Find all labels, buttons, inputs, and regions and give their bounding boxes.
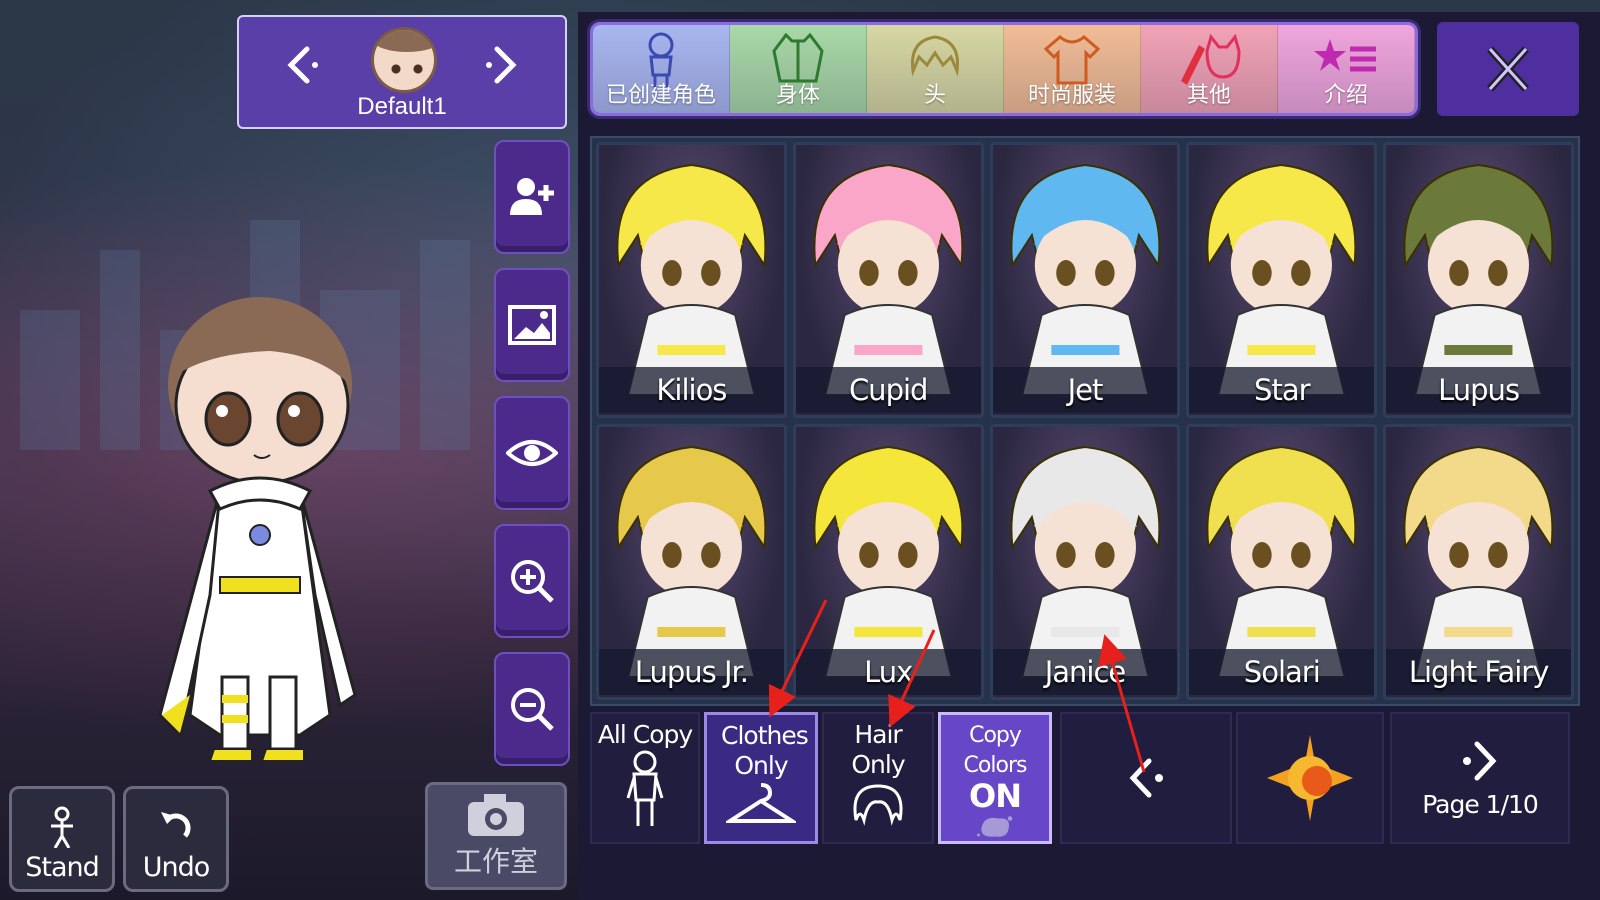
character-preview[interactable] bbox=[150, 295, 370, 775]
paint-splat-icon bbox=[977, 816, 1013, 837]
tab-presets[interactable]: 已创建角色 bbox=[593, 25, 730, 113]
preset-card[interactable]: Kilios bbox=[596, 142, 787, 418]
chevron-left-icon bbox=[1129, 758, 1163, 798]
zoom-in-button[interactable] bbox=[494, 524, 570, 638]
zoom-out-icon bbox=[511, 688, 554, 731]
stand-label: Stand bbox=[25, 852, 100, 883]
tab-fashion[interactable]: 时尚服装 bbox=[1004, 25, 1141, 113]
chevron-right-icon bbox=[486, 46, 517, 84]
hair-only-button[interactable]: Hair Only bbox=[822, 712, 934, 844]
character-name: Default1 bbox=[357, 93, 447, 120]
clothes-only-label: Clothes Only bbox=[721, 721, 809, 780]
hair-style-icon bbox=[853, 784, 903, 826]
add-user-icon bbox=[510, 178, 554, 215]
undo-icon bbox=[161, 812, 191, 838]
preset-card[interactable]: Star bbox=[1186, 142, 1378, 418]
undo-button[interactable]: Undo bbox=[123, 786, 229, 892]
preset-card[interactable]: Janice bbox=[989, 424, 1181, 700]
prev-page-button[interactable] bbox=[1060, 712, 1232, 844]
preset-card[interactable]: Solari bbox=[1186, 424, 1378, 700]
all-copy-button[interactable]: All Copy bbox=[590, 712, 700, 844]
preset-person-icon bbox=[648, 32, 674, 87]
sun-icon bbox=[1267, 735, 1353, 821]
star-list-icon bbox=[1314, 39, 1376, 72]
tab-other[interactable]: 其他 bbox=[1141, 25, 1278, 113]
add-character-button[interactable] bbox=[494, 140, 570, 254]
preset-name: Jet bbox=[992, 367, 1178, 413]
preset-card[interactable]: Lux bbox=[792, 424, 984, 700]
copy-colors-toggle[interactable]: Copy Colors ON bbox=[938, 712, 1052, 844]
preset-card[interactable]: Jet bbox=[989, 142, 1181, 418]
copy-colors-label: Copy Colors bbox=[963, 723, 1028, 778]
next-page-button[interactable]: Page 1/10 bbox=[1390, 712, 1570, 844]
sword-cat-icon bbox=[1181, 33, 1241, 85]
stand-button[interactable]: Stand bbox=[9, 786, 115, 892]
preset-name: Solari bbox=[1189, 649, 1375, 695]
preset-card[interactable]: Lupus Jr. bbox=[596, 424, 787, 700]
camera-icon bbox=[468, 794, 524, 836]
all-copy-label: All Copy bbox=[597, 720, 693, 749]
background-button[interactable] bbox=[494, 268, 570, 382]
tab-body[interactable]: 身体 bbox=[730, 25, 867, 113]
preset-card[interactable]: Lupus bbox=[1383, 142, 1574, 418]
visibility-button[interactable] bbox=[494, 396, 570, 510]
zoom-out-button[interactable] bbox=[494, 652, 570, 766]
character-avatar bbox=[371, 27, 437, 93]
close-button[interactable] bbox=[1437, 22, 1579, 116]
zoom-in-icon bbox=[511, 560, 554, 603]
preset-name: Lux bbox=[795, 649, 981, 695]
preset-name: Janice bbox=[992, 649, 1178, 695]
preset-name: Kilios bbox=[599, 367, 784, 413]
chevron-right-icon bbox=[1463, 741, 1497, 781]
page-indicator: Page 1/10 bbox=[1422, 790, 1539, 819]
next-character-button[interactable] bbox=[477, 41, 525, 89]
image-icon bbox=[508, 305, 556, 345]
tab-intro[interactable]: 介绍 bbox=[1278, 25, 1415, 113]
copy-colors-state: ON bbox=[969, 777, 1022, 815]
hanger-icon bbox=[726, 783, 796, 823]
prev-character-button[interactable] bbox=[279, 41, 327, 89]
category-tabs: 已创建角色 身体 头 时尚服装 其他 介绍 bbox=[590, 22, 1418, 116]
studio-button[interactable]: 工作室 bbox=[425, 782, 567, 890]
preset-name: Star bbox=[1189, 367, 1375, 413]
close-icon bbox=[1487, 46, 1529, 92]
preset-grid: Kilios Cupid Jet Star Lupus Lupus Jr. Lux Janic… bbox=[590, 136, 1580, 706]
undo-label: Undo bbox=[142, 852, 211, 883]
preset-card[interactable]: Cupid bbox=[792, 142, 984, 418]
character-selector: Default1 bbox=[237, 15, 567, 129]
preset-name: Lupus Jr. bbox=[599, 649, 784, 695]
eye-icon bbox=[506, 440, 558, 466]
copy-options-bar: All Copy Clothes Only Hair Only Copy Col… bbox=[590, 712, 1580, 844]
preset-name: Light Fairy bbox=[1386, 649, 1571, 695]
tab-head[interactable]: 头 bbox=[867, 25, 1004, 113]
daylight-toggle-button[interactable] bbox=[1236, 712, 1384, 844]
hair-icon bbox=[910, 35, 960, 77]
preset-card[interactable]: Light Fairy bbox=[1383, 424, 1574, 700]
stand-pose-icon bbox=[51, 806, 73, 848]
chevron-left-icon bbox=[287, 46, 318, 84]
preset-name: Lupus bbox=[1386, 367, 1571, 413]
preset-name: Cupid bbox=[795, 367, 981, 413]
clothes-only-button[interactable]: Clothes Only bbox=[704, 712, 818, 844]
full-body-icon bbox=[626, 750, 664, 826]
shirt-icon bbox=[1043, 35, 1101, 85]
hair-only-label: Hair Only bbox=[851, 720, 905, 779]
studio-label: 工作室 bbox=[453, 845, 538, 878]
body-icon bbox=[772, 32, 824, 83]
